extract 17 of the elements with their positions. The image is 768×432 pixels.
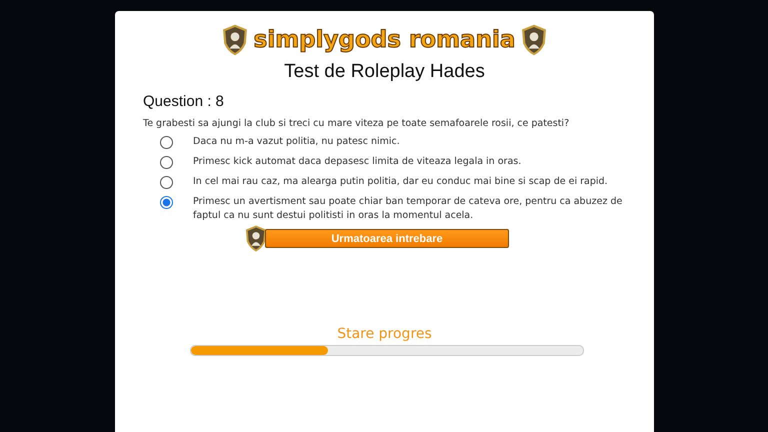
page-title: Test de Roleplay Hades bbox=[283, 61, 486, 83]
question-heading: Question : 8 bbox=[143, 93, 225, 110]
shield-icon bbox=[245, 225, 267, 252]
option-label: Primesc un avertisment sau poate chiar ban temporar de cateva ore, pentru ca abuzez de faptul ca nu sunt destui politisti in oras la momentul acela. bbox=[193, 195, 624, 223]
question-text: Te grabesti sa ajungi la club si treci cu mare viteza pe toate semafoarele rosii, ce patesti? bbox=[143, 118, 570, 129]
next-question-button[interactable]: Urmatoarea intrebare bbox=[265, 229, 509, 248]
radio-button[interactable] bbox=[160, 176, 173, 188]
option-label: Daca nu m-a vazut politia, nu patesc nimic. bbox=[193, 135, 401, 149]
option-label: In cel mai rau caz, ma alearga putin politia, dar eu conduc mai bine si scap de ei rapid. bbox=[193, 175, 609, 189]
radio-button[interactable] bbox=[160, 156, 173, 168]
radio-button[interactable] bbox=[160, 196, 173, 208]
logo-text: simplygods romania bbox=[254, 26, 516, 55]
shield-icon bbox=[521, 24, 548, 56]
radio-button[interactable] bbox=[160, 136, 173, 148]
shield-icon bbox=[222, 24, 248, 56]
progress-label: Stare progres bbox=[336, 326, 433, 342]
option-label: Primesc kick automat daca depasesc limita de viteaza legala in oras. bbox=[193, 155, 522, 169]
